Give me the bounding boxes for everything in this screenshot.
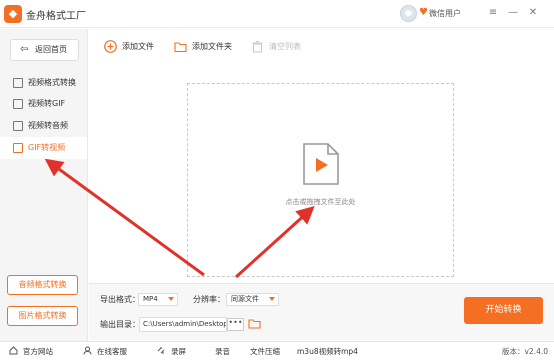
sidebar-item-video-format[interactable]: 视频格式转换 bbox=[0, 72, 87, 94]
user-avatar[interactable] bbox=[400, 5, 417, 22]
minimize-button[interactable]: — bbox=[507, 6, 519, 20]
user-name[interactable]: 微信用户 bbox=[429, 8, 461, 19]
app-title: 金舟格式工厂 bbox=[26, 11, 86, 22]
app-logo-icon: ◆ bbox=[4, 5, 22, 23]
resolution-value: 同源文件 bbox=[231, 295, 259, 303]
chevron-down-icon bbox=[168, 297, 174, 301]
app-window: ◆ 金舟格式工厂 ♥ 微信用户 ≡ — ✕ ⇦ 返回首页 视频格式转换 视频转G… bbox=[0, 0, 554, 360]
browse-more-button[interactable]: ••• bbox=[227, 318, 244, 331]
image-format-convert-button[interactable]: 图片格式转换 bbox=[7, 306, 78, 326]
gif-file-icon bbox=[13, 143, 23, 153]
audio-record-link[interactable]: 录音 bbox=[215, 345, 230, 358]
video-file-icon bbox=[13, 78, 23, 88]
export-format-label: 导出格式： bbox=[100, 295, 140, 304]
add-file-label: 添加文件 bbox=[122, 42, 154, 51]
export-format-select[interactable]: MP4 bbox=[138, 293, 178, 306]
start-convert-button[interactable]: 开始转换 bbox=[464, 297, 543, 324]
link-icon bbox=[157, 347, 165, 354]
status-bar: 官方网站 在线客服 录屏 录音 文件压缩 m3u8视频转mp4 版本：v2.4.… bbox=[0, 341, 554, 360]
trash-icon bbox=[252, 40, 263, 53]
video-file-play-icon bbox=[303, 143, 339, 185]
open-folder-icon[interactable] bbox=[248, 319, 261, 329]
sidebar-item-label: 视频格式转换 bbox=[28, 78, 76, 87]
online-support-link[interactable]: 在线客服 bbox=[83, 345, 127, 358]
sidebar-item-label: 视频转GIF bbox=[28, 99, 66, 108]
heart-icon: ♥ bbox=[419, 7, 428, 18]
online-support-label: 在线客服 bbox=[97, 347, 127, 356]
resolution-select[interactable]: 同源文件 bbox=[226, 293, 279, 306]
sidebar-item-video-to-gif[interactable]: 视频转GIF bbox=[0, 93, 87, 115]
version-label: 版本：v2.4.0 bbox=[501, 347, 548, 356]
sidebar-item-video-to-audio[interactable]: 视频转音频 bbox=[0, 115, 87, 137]
user-icon bbox=[83, 346, 92, 355]
add-circle-icon bbox=[104, 40, 117, 53]
audio-format-convert-button[interactable]: 音频格式转换 bbox=[7, 275, 78, 295]
menu-icon[interactable]: ≡ bbox=[487, 6, 499, 20]
sidebar-item-gif-to-video[interactable]: GIF转视频 bbox=[0, 137, 87, 159]
back-home-button[interactable]: ⇦ 返回首页 bbox=[10, 39, 79, 61]
clear-list-label: 清空列表 bbox=[269, 42, 301, 51]
image-icon bbox=[13, 99, 23, 109]
back-arrow-icon: ⇦ bbox=[20, 44, 29, 55]
drop-hint: 点击或拖拽文件至此处 bbox=[285, 198, 356, 206]
screen-record-label: 录屏 bbox=[171, 347, 186, 356]
close-button[interactable]: ✕ bbox=[527, 6, 539, 20]
resolution-label: 分辨率： bbox=[193, 295, 225, 304]
official-site-link[interactable]: 官方网站 bbox=[9, 345, 53, 358]
sidebar-item-label: GIF转视频 bbox=[28, 143, 66, 152]
file-drop-zone[interactable]: 点击或拖拽文件至此处 bbox=[187, 83, 454, 277]
back-home-label: 返回首页 bbox=[35, 45, 67, 54]
title-bar: ◆ 金舟格式工厂 ♥ 微信用户 ≡ — ✕ bbox=[0, 0, 554, 28]
add-folder-label: 添加文件夹 bbox=[192, 42, 232, 51]
audio-file-icon bbox=[13, 121, 23, 131]
sidebar: ⇦ 返回首页 视频格式转换 视频转GIF 视频转音频 GIF转视频 音频格式转换… bbox=[0, 29, 88, 341]
export-format-value: MP4 bbox=[143, 295, 158, 303]
screen-record-link[interactable]: 录屏 bbox=[157, 345, 186, 358]
m3u8-convert-link[interactable]: m3u8视频转mp4 bbox=[297, 345, 358, 358]
output-dir-label: 输出目录： bbox=[100, 320, 140, 329]
official-site-label: 官方网站 bbox=[23, 347, 53, 356]
file-compress-link[interactable]: 文件压缩 bbox=[250, 345, 280, 358]
home-icon bbox=[9, 346, 18, 355]
folder-icon bbox=[174, 42, 187, 53]
chevron-down-icon bbox=[269, 297, 275, 301]
sidebar-item-label: 视频转音频 bbox=[28, 121, 68, 130]
output-dir-field[interactable]: C:\Users\admin\Desktop\ bbox=[139, 317, 227, 332]
